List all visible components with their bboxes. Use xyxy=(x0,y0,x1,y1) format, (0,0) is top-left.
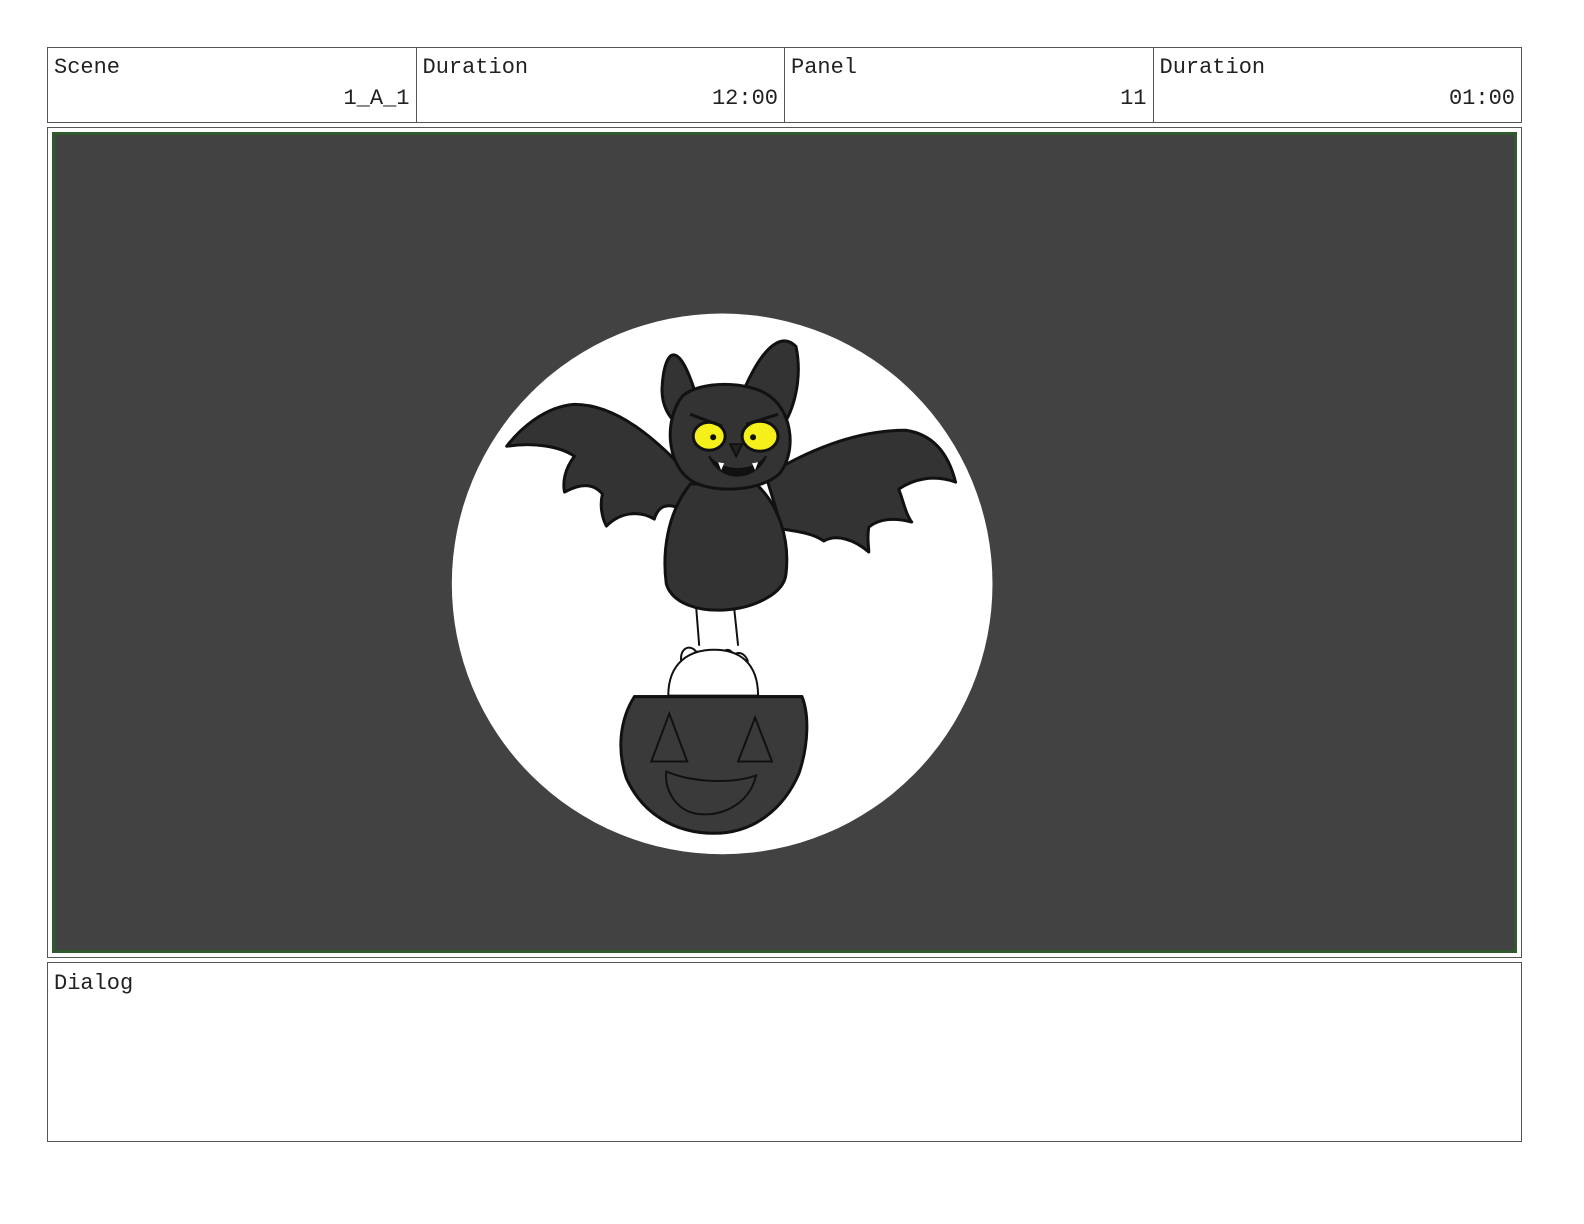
bat-left-pupil xyxy=(710,434,717,441)
scene-duration-cell: Duration 12:00 xyxy=(417,48,785,122)
dialog-box: Dialog xyxy=(47,962,1522,1142)
bat-right-pupil xyxy=(750,434,757,441)
bat-body xyxy=(663,480,789,612)
scene-label: Scene xyxy=(54,55,121,80)
panel-duration-cell: Duration 01:00 xyxy=(1154,48,1522,122)
panel-duration-label: Duration xyxy=(1159,55,1266,80)
scene-info-header: Scene 1_A_1 Duration 12:00 Panel 11 Dura… xyxy=(47,47,1522,123)
panel-label: Panel xyxy=(791,55,858,80)
bat-illustration xyxy=(451,313,993,855)
storyboard-panel-frame xyxy=(47,127,1522,958)
bat-right-eye xyxy=(740,419,780,453)
scene-duration-label: Duration xyxy=(422,55,529,80)
dialog-label: Dialog xyxy=(54,971,134,996)
scene-duration-value: 12:00 xyxy=(711,86,778,111)
panel-duration-value: 01:00 xyxy=(1448,86,1515,111)
scene-cell: Scene 1_A_1 xyxy=(48,48,417,122)
storyboard-panel-image xyxy=(52,132,1517,953)
panel-value: 11 xyxy=(1120,86,1147,111)
scene-value: 1_A_1 xyxy=(343,86,410,111)
panel-cell: Panel 11 xyxy=(785,48,1154,122)
